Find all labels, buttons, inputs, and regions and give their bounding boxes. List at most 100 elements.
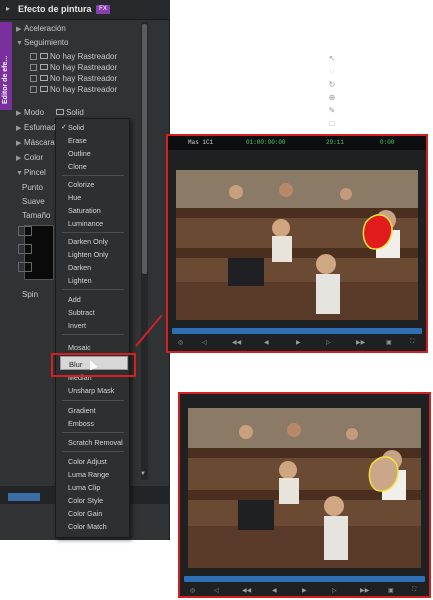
video-preview: [188, 408, 421, 568]
tracker-tool-icon[interactable]: ⊕: [326, 93, 338, 103]
settings-icon[interactable]: ▣: [388, 587, 394, 594]
section-seguimiento[interactable]: ▼Seguimiento: [16, 38, 68, 47]
menu-separator: [62, 232, 124, 233]
classroom-scene: [176, 170, 418, 320]
menu-item-luma-range[interactable]: Luma Range: [68, 470, 109, 479]
fullscreen-icon[interactable]: ⛶: [410, 339, 414, 346]
loop-icon[interactable]: ◎: [190, 587, 195, 594]
brush-tool-icon[interactable]: ✎: [326, 106, 338, 116]
collapse-arrow-icon: ▼: [16, 170, 23, 177]
menu-item-mosaic[interactable]: Mosaic: [68, 343, 91, 352]
tracker-row[interactable]: No hay Rastreador: [30, 52, 117, 61]
param-color[interactable]: ▶ Color: [16, 153, 43, 162]
expand-arrow-icon: ▶: [16, 125, 22, 132]
side-tab-label: Editor de efe...: [2, 55, 9, 104]
menu-item-colorize[interactable]: Colorize: [68, 180, 94, 189]
tracker-row[interactable]: No hay Rastreador: [30, 74, 117, 83]
video-preview: [176, 170, 418, 320]
menu-item-solid[interactable]: Solid: [68, 123, 84, 132]
classroom-scene: [188, 408, 421, 568]
menu-item-subtract[interactable]: Subtract: [68, 308, 95, 317]
menu-separator: [62, 334, 124, 335]
tracker-checkbox[interactable]: [30, 75, 37, 82]
checkmark-icon: ✓: [61, 124, 67, 131]
transport-controls: ◎ ◁ ◀◀ ◀ ▶ ▷ ▶▶ ▣ ⛶: [184, 587, 425, 596]
panel-scrollbar-thumb[interactable]: [142, 24, 147, 274]
menu-item-gradient[interactable]: Gradient: [68, 406, 96, 415]
param-punto: Punto: [22, 183, 43, 192]
tracker-checkbox[interactable]: [30, 64, 37, 71]
rewind-icon[interactable]: ◀◀: [242, 587, 251, 594]
tracker-checkbox[interactable]: [30, 53, 37, 60]
menu-item-luma-clip[interactable]: Luma Clip: [68, 483, 100, 492]
menu-item-lighten-only[interactable]: Lighten Only: [68, 250, 108, 259]
menu-separator: [62, 175, 124, 176]
next-frame-icon[interactable]: ▷: [332, 587, 337, 594]
pointer-tool-icon[interactable]: ↖: [326, 54, 338, 64]
rewind-icon[interactable]: ◀◀: [232, 339, 241, 346]
param-spin: Spin: [22, 290, 39, 299]
param-modo[interactable]: ▶ Modo: [16, 108, 44, 117]
param-esfumado[interactable]: ▶ Esfumad: [16, 123, 56, 132]
menu-item-darken-only[interactable]: Darken Only: [68, 237, 108, 246]
modo-dropdown[interactable]: Solid: [56, 108, 84, 117]
lasso-tool-icon[interactable]: ◌: [326, 67, 338, 77]
fast-forward-icon[interactable]: ▶▶: [356, 339, 365, 346]
menu-item-clone[interactable]: Clone: [68, 162, 87, 171]
menu-item-erase[interactable]: Erase: [68, 136, 87, 145]
shape-tool-icon[interactable]: □: [326, 119, 338, 129]
brush-shape-button[interactable]: [18, 226, 32, 236]
rotate-tool-icon[interactable]: ↻: [326, 80, 338, 90]
menu-separator: [62, 400, 124, 401]
timecode-extra: 0:00: [380, 139, 395, 146]
menu-item-darken[interactable]: Darken: [68, 263, 91, 272]
menu-item-outline[interactable]: Outline: [68, 149, 91, 158]
menu-item-invert[interactable]: Invert: [68, 321, 86, 330]
step-back-icon[interactable]: ◁: [214, 587, 219, 594]
side-tab-effects-editor[interactable]: Editor de efe...: [0, 22, 12, 110]
brush-shape-button[interactable]: [18, 262, 32, 272]
scroll-down-arrow-icon[interactable]: ▼: [140, 471, 146, 477]
param-pincel[interactable]: ▼Pincel: [16, 168, 46, 177]
expand-arrow-icon: ▶: [16, 140, 22, 147]
tracker-checkbox[interactable]: [30, 86, 37, 93]
timeline-bar[interactable]: [184, 576, 425, 582]
timecode-bar: Mas 1C1 01:00:00:00 29:11 0:00: [168, 136, 426, 150]
prev-frame-icon[interactable]: ◀: [272, 587, 277, 594]
tracker-row[interactable]: No hay Rastreador: [30, 85, 117, 94]
tracker-icon: [40, 53, 48, 59]
preview-frame-before: Mas 1C1 01:00:00:00 29:11 0:00 ◎ ◁ ◀◀ ◀ …: [166, 134, 428, 353]
fullscreen-icon[interactable]: ⛶: [412, 587, 416, 594]
panel-collapse-icon[interactable]: ▸: [6, 4, 10, 13]
param-mascara[interactable]: ▶ Máscara: [16, 138, 55, 147]
play-icon[interactable]: ▶: [296, 339, 301, 346]
menu-item-hue[interactable]: Hue: [68, 193, 81, 202]
expand-arrow-icon: ▶: [16, 110, 22, 117]
tool-strip: ↖ ◌ ↻ ⊕ ✎ □: [326, 50, 342, 130]
timecode-current: 01:00:00:00: [246, 139, 286, 146]
menu-item-unsharp-mask[interactable]: Unsharp Mask: [68, 386, 114, 395]
play-icon[interactable]: ▶: [302, 587, 307, 594]
section-aceleracion[interactable]: ▶ Aceleración: [16, 24, 66, 33]
menu-item-scratch-removal[interactable]: Scratch Removal: [68, 438, 123, 447]
param-suave: Suave: [22, 197, 45, 206]
menu-item-add[interactable]: Add: [68, 295, 81, 304]
menu-item-emboss[interactable]: Emboss: [68, 419, 94, 428]
menu-item-lighten[interactable]: Lighten: [68, 276, 92, 285]
tracker-row[interactable]: No hay Rastreador: [30, 63, 117, 72]
menu-item-color-style[interactable]: Color Style: [68, 496, 103, 505]
settings-icon[interactable]: ▣: [386, 339, 392, 346]
menu-item-color-match[interactable]: Color Match: [68, 522, 107, 531]
step-back-icon[interactable]: ◁: [202, 339, 207, 346]
next-frame-icon[interactable]: ▷: [326, 339, 331, 346]
prev-frame-icon[interactable]: ◀: [264, 339, 269, 346]
menu-item-color-adjust[interactable]: Color Adjust: [68, 457, 107, 466]
panel-bottom-indicator[interactable]: [8, 493, 40, 501]
menu-item-color-gain[interactable]: Color Gain: [68, 509, 102, 518]
loop-icon[interactable]: ◎: [178, 339, 183, 346]
timeline-bar[interactable]: [172, 328, 422, 334]
menu-item-luminance[interactable]: Luminance: [68, 219, 103, 228]
brush-shape-button[interactable]: [18, 244, 32, 254]
fast-forward-icon[interactable]: ▶▶: [360, 587, 369, 594]
menu-item-saturation[interactable]: Saturation: [68, 206, 101, 215]
